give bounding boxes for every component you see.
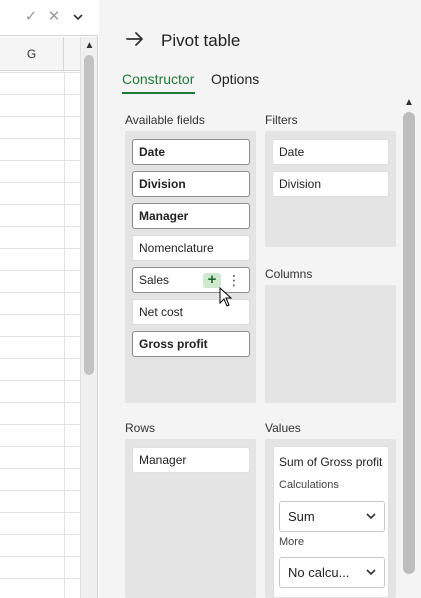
filter-item-division[interactable]: Division [272,171,389,197]
mouse-pointer-icon [219,287,233,307]
value-item-card[interactable]: Sum of Gross profit Calculations Sum Mor… [273,446,389,598]
field-division[interactable]: Division [132,171,250,197]
filters-label: Filters [265,113,298,127]
active-tab-indicator [122,92,195,94]
field-manager[interactable]: Manager [132,203,250,229]
tab-constructor[interactable]: Constructor [122,71,194,87]
field-nomenclature[interactable]: Nomenclature [132,235,250,261]
value-field-name: Sum of Gross profit [279,455,383,469]
sheet-vertical-scrollbar[interactable]: ▲ [80,37,97,598]
scroll-up-arrow-icon[interactable]: ▲ [401,96,417,110]
spreadsheet-area: ✓ ✕ G ▲ [0,0,98,598]
scroll-up-arrow-icon[interactable]: ▲ [81,39,98,53]
grid-divider [64,72,65,598]
chevron-down-icon [366,558,376,598]
calculation-select-value: Sum [288,509,315,524]
tab-options[interactable]: Options [211,71,259,87]
column-header-g[interactable]: G [0,37,64,71]
rows-label: Rows [125,421,156,435]
cell-grid[interactable] [0,72,80,598]
arrow-right-icon[interactable] [125,28,145,50]
columns-label: Columns [265,267,313,281]
calculations-label: Calculations [279,479,339,491]
check-icon[interactable]: ✓ [23,9,39,25]
chevron-down-icon [366,502,376,543]
calculation-select[interactable]: Sum [279,501,385,532]
available-fields-label: Available fields [125,113,205,127]
more-select-value: No calcu... [288,565,350,580]
panel-title: Pivot table [161,31,241,50]
formula-bar: ✓ ✕ [0,0,98,36]
row-item-manager[interactable]: Manager [132,447,250,473]
panel-vertical-scrollbar[interactable]: ▲ [401,96,417,598]
panel-scroll-thumb[interactable] [403,112,415,574]
field-date[interactable]: Date [132,139,250,165]
columns-drop-zone[interactable] [265,285,396,403]
column-header-row: G [0,37,80,71]
sheet-scroll-thumb[interactable] [84,55,94,375]
add-field-plus-icon[interactable]: + [203,272,221,288]
chevron-down-icon[interactable] [70,9,86,25]
filter-item-date[interactable]: Date [272,139,389,165]
pivot-table-panel: Pivot table Constructor Options Availabl… [99,0,421,598]
more-label: More [279,536,305,548]
field-gross-profit[interactable]: Gross profit [132,331,250,357]
x-icon[interactable]: ✕ [46,9,62,25]
more-calculation-select[interactable]: No calcu... [279,557,385,588]
values-label: Values [265,421,301,435]
field-sales-label: Sales [139,273,170,287]
